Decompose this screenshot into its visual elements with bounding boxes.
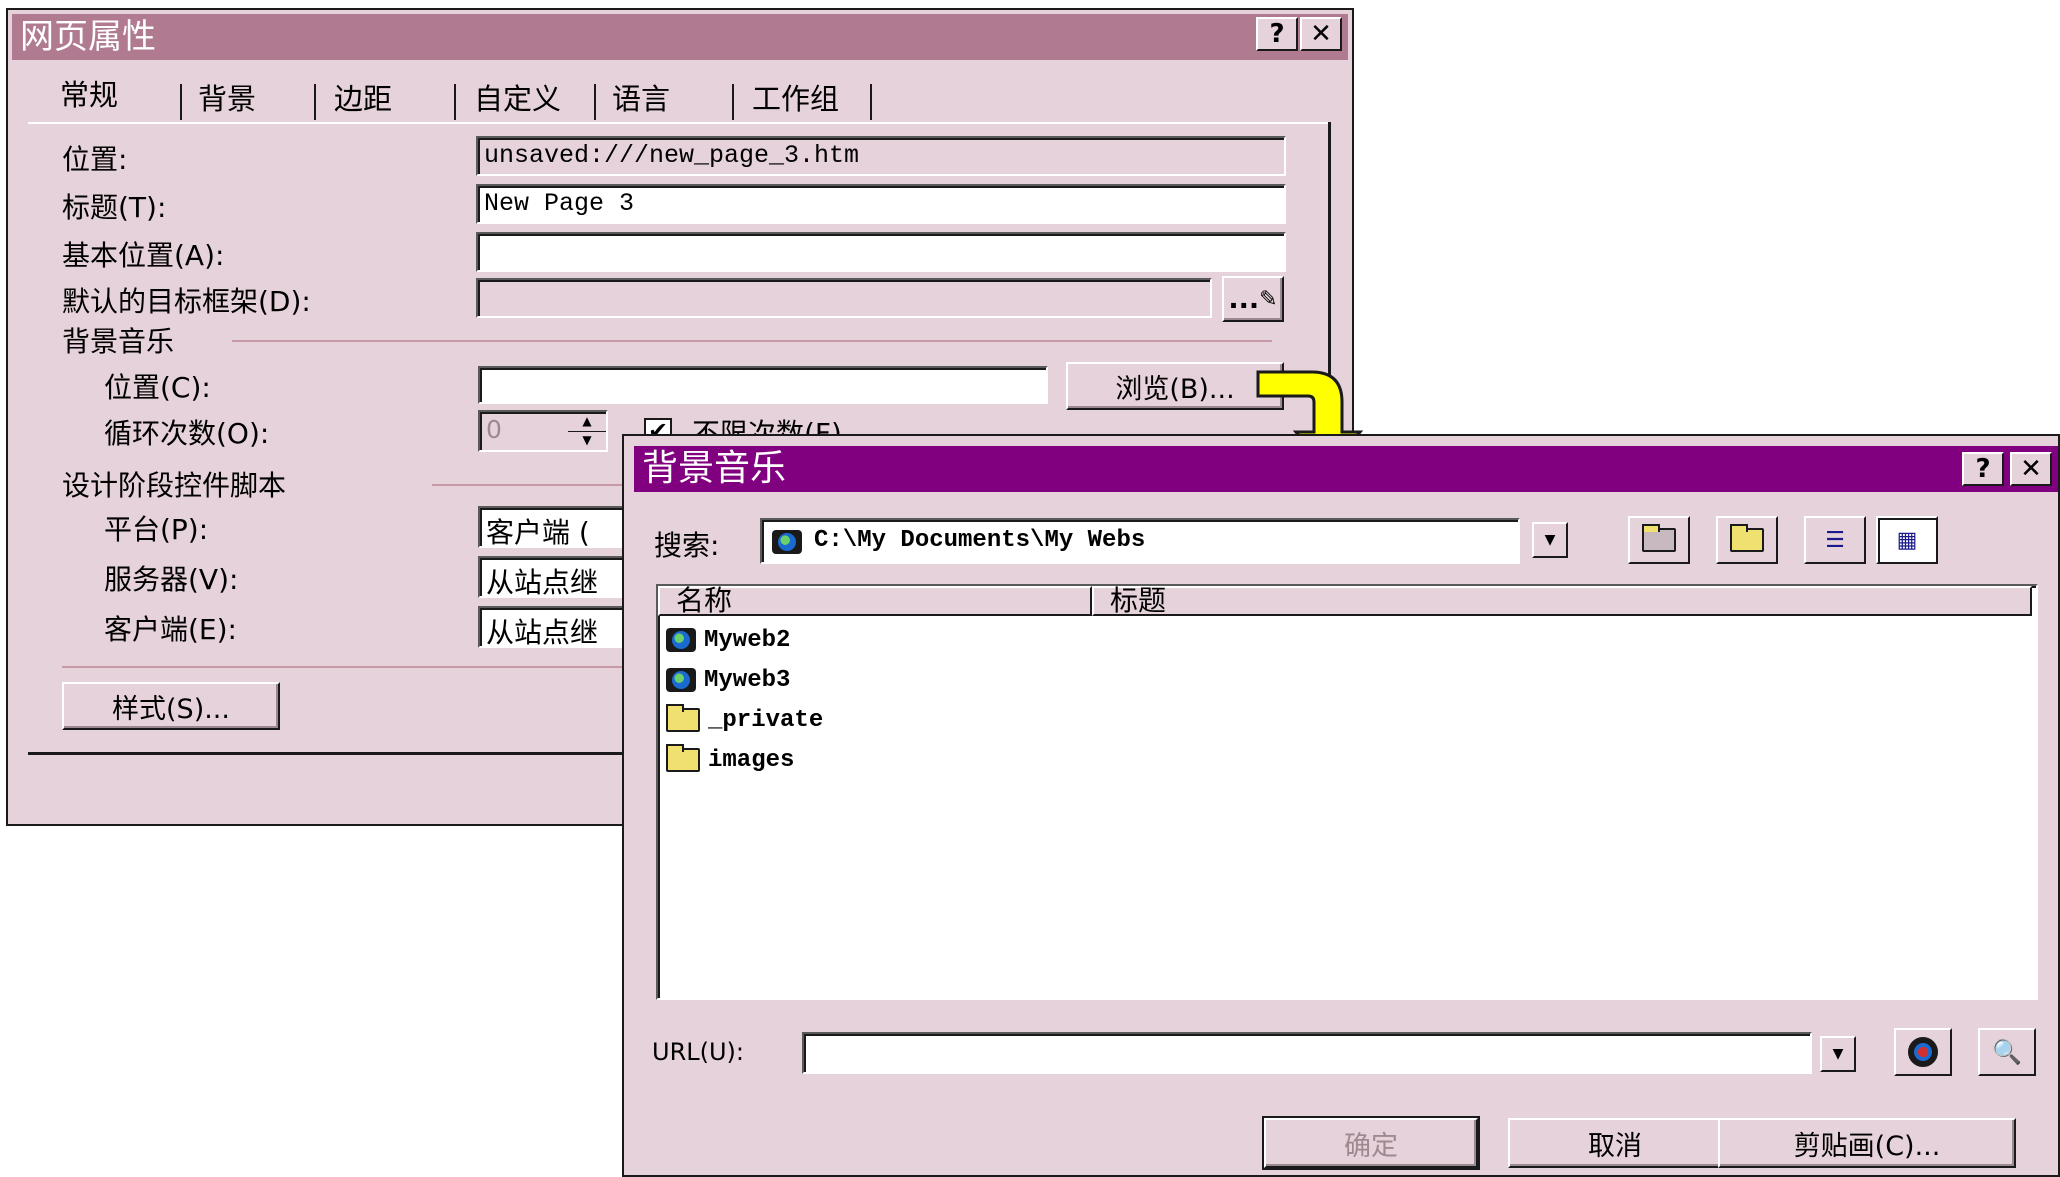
default-target-field[interactable] [476,278,1212,318]
tab-margins[interactable]: 边距 [326,76,400,122]
bg-music-section-label: 背景音乐 [62,325,175,358]
bg-music-location-input[interactable] [478,366,1048,404]
new-folder-button[interactable] [1716,516,1778,564]
target-frame-button-label: ... [1228,283,1260,315]
browse-button[interactable]: 浏览(B)... [1066,362,1284,410]
default-target-label: 默认的目标框架(D): [62,285,311,318]
background-music-dialog: 背景音乐 ? ✕ 搜索: C:\My Documents\My Webs ▼ ☰… [622,434,2060,1177]
close-button[interactable]: ✕ [2010,452,2052,486]
tab-panel-top-edge [28,122,1328,124]
browser-globe-icon [1908,1037,1938,1067]
folder-icon [666,744,700,772]
web-folder-icon [666,668,696,692]
client-label: 客户端(E): [104,613,237,646]
new-folder-icon [1730,524,1764,552]
style-button[interactable]: 样式(S)... [62,682,280,730]
list-view-icon: ☰ [1825,527,1845,553]
section-divider [62,666,632,668]
server-select[interactable]: 从站点继 [478,556,638,598]
column-header-title[interactable]: 标题 [1092,586,2032,616]
list-item[interactable]: Myweb2 [666,622,790,658]
web-folder-icon [772,530,802,554]
ok-button[interactable]: 确定 [1262,1116,1480,1170]
list-item[interactable]: Myweb3 [666,662,790,698]
list-item-name: Myweb2 [704,626,791,654]
find-file-button[interactable]: 🔍 [1978,1028,2036,1076]
loop-count-spinner[interactable]: ▲ ▼ [568,412,606,450]
help-button[interactable]: ? [1256,17,1298,51]
tab-background[interactable]: 背景 [190,76,264,122]
folder-icon [666,704,700,732]
spin-up-icon[interactable]: ▲ [568,412,606,432]
location-label: 位置: [62,143,128,176]
search-path-value: C:\My Documents\My Webs [814,527,1146,554]
tab-separator [732,84,734,120]
url-label: URL(U): [652,1038,744,1066]
pencil-icon: ✎ [1259,286,1278,312]
tab-general[interactable]: 常规 [52,72,126,124]
list-item-name: _private [708,706,824,734]
dialog-title: 网页属性 [20,17,156,57]
find-file-icon: 🔍 [1992,1038,2022,1066]
client-select[interactable]: 从站点继 [478,606,638,648]
up-folder-button[interactable] [1628,516,1690,564]
title-label: 标题(T): [62,191,167,224]
tab-separator [594,84,596,120]
location-field: unsaved:///new_page_3.htm [476,136,1286,176]
close-button[interactable]: ✕ [1300,17,1342,51]
section-divider [232,340,1272,342]
folder-up-icon [1642,524,1676,552]
tab-custom[interactable]: 自定义 [466,76,569,122]
bg-music-location-label: 位置(C): [104,371,211,404]
list-item-name: images [708,746,795,774]
file-list[interactable]: 名称 标题 Myweb2 Myweb3 _private images [656,584,2038,1000]
dialog-title: 背景音乐 [642,448,787,489]
base-location-label: 基本位置(A): [62,239,225,272]
tab-language[interactable]: 语言 [604,76,678,122]
column-header-name[interactable]: 名称 [658,586,1092,616]
web-browse-button[interactable] [1894,1028,1952,1076]
tab-separator [454,84,456,120]
cancel-button[interactable]: 取消 [1508,1118,1722,1168]
dialog-titlebar[interactable]: 网页属性 [12,14,1348,60]
list-item[interactable]: _private [666,702,823,738]
web-folder-icon [666,628,696,652]
dropdown-arrow-icon[interactable]: ▼ [1532,522,1568,558]
dialog-titlebar[interactable]: 背景音乐 [634,446,2058,492]
section-divider [432,484,632,486]
details-view-button[interactable]: ▦ [1876,516,1938,564]
tab-separator [870,84,872,120]
spin-down-icon[interactable]: ▼ [568,431,606,450]
base-location-input[interactable] [476,232,1286,272]
help-button[interactable]: ? [1962,452,2004,486]
title-input[interactable]: New Page 3 [476,184,1286,224]
list-item[interactable]: images [666,742,794,778]
loop-count-label: 循环次数(O): [104,417,270,450]
url-input[interactable] [802,1032,1812,1074]
dropdown-arrow-icon[interactable]: ▼ [1820,1036,1856,1072]
details-view-icon: ▦ [1896,527,1918,553]
tab-separator [180,84,182,120]
platform-label: 平台(P): [104,513,209,546]
list-item-name: Myweb3 [704,666,791,694]
search-path-select[interactable]: C:\My Documents\My Webs [760,518,1520,564]
tab-separator [314,84,316,120]
clipart-button[interactable]: 剪贴画(C)... [1718,1118,2016,1168]
server-label: 服务器(V): [104,563,239,596]
search-label: 搜索: [654,529,720,562]
design-script-section-label: 设计阶段控件脚本 [62,469,287,502]
platform-select[interactable]: 客户端 ( [478,506,638,548]
tab-workgroup[interactable]: 工作组 [744,76,847,122]
list-view-button[interactable]: ☰ [1804,516,1866,564]
target-frame-button[interactable]: ... ✎ [1222,276,1284,322]
